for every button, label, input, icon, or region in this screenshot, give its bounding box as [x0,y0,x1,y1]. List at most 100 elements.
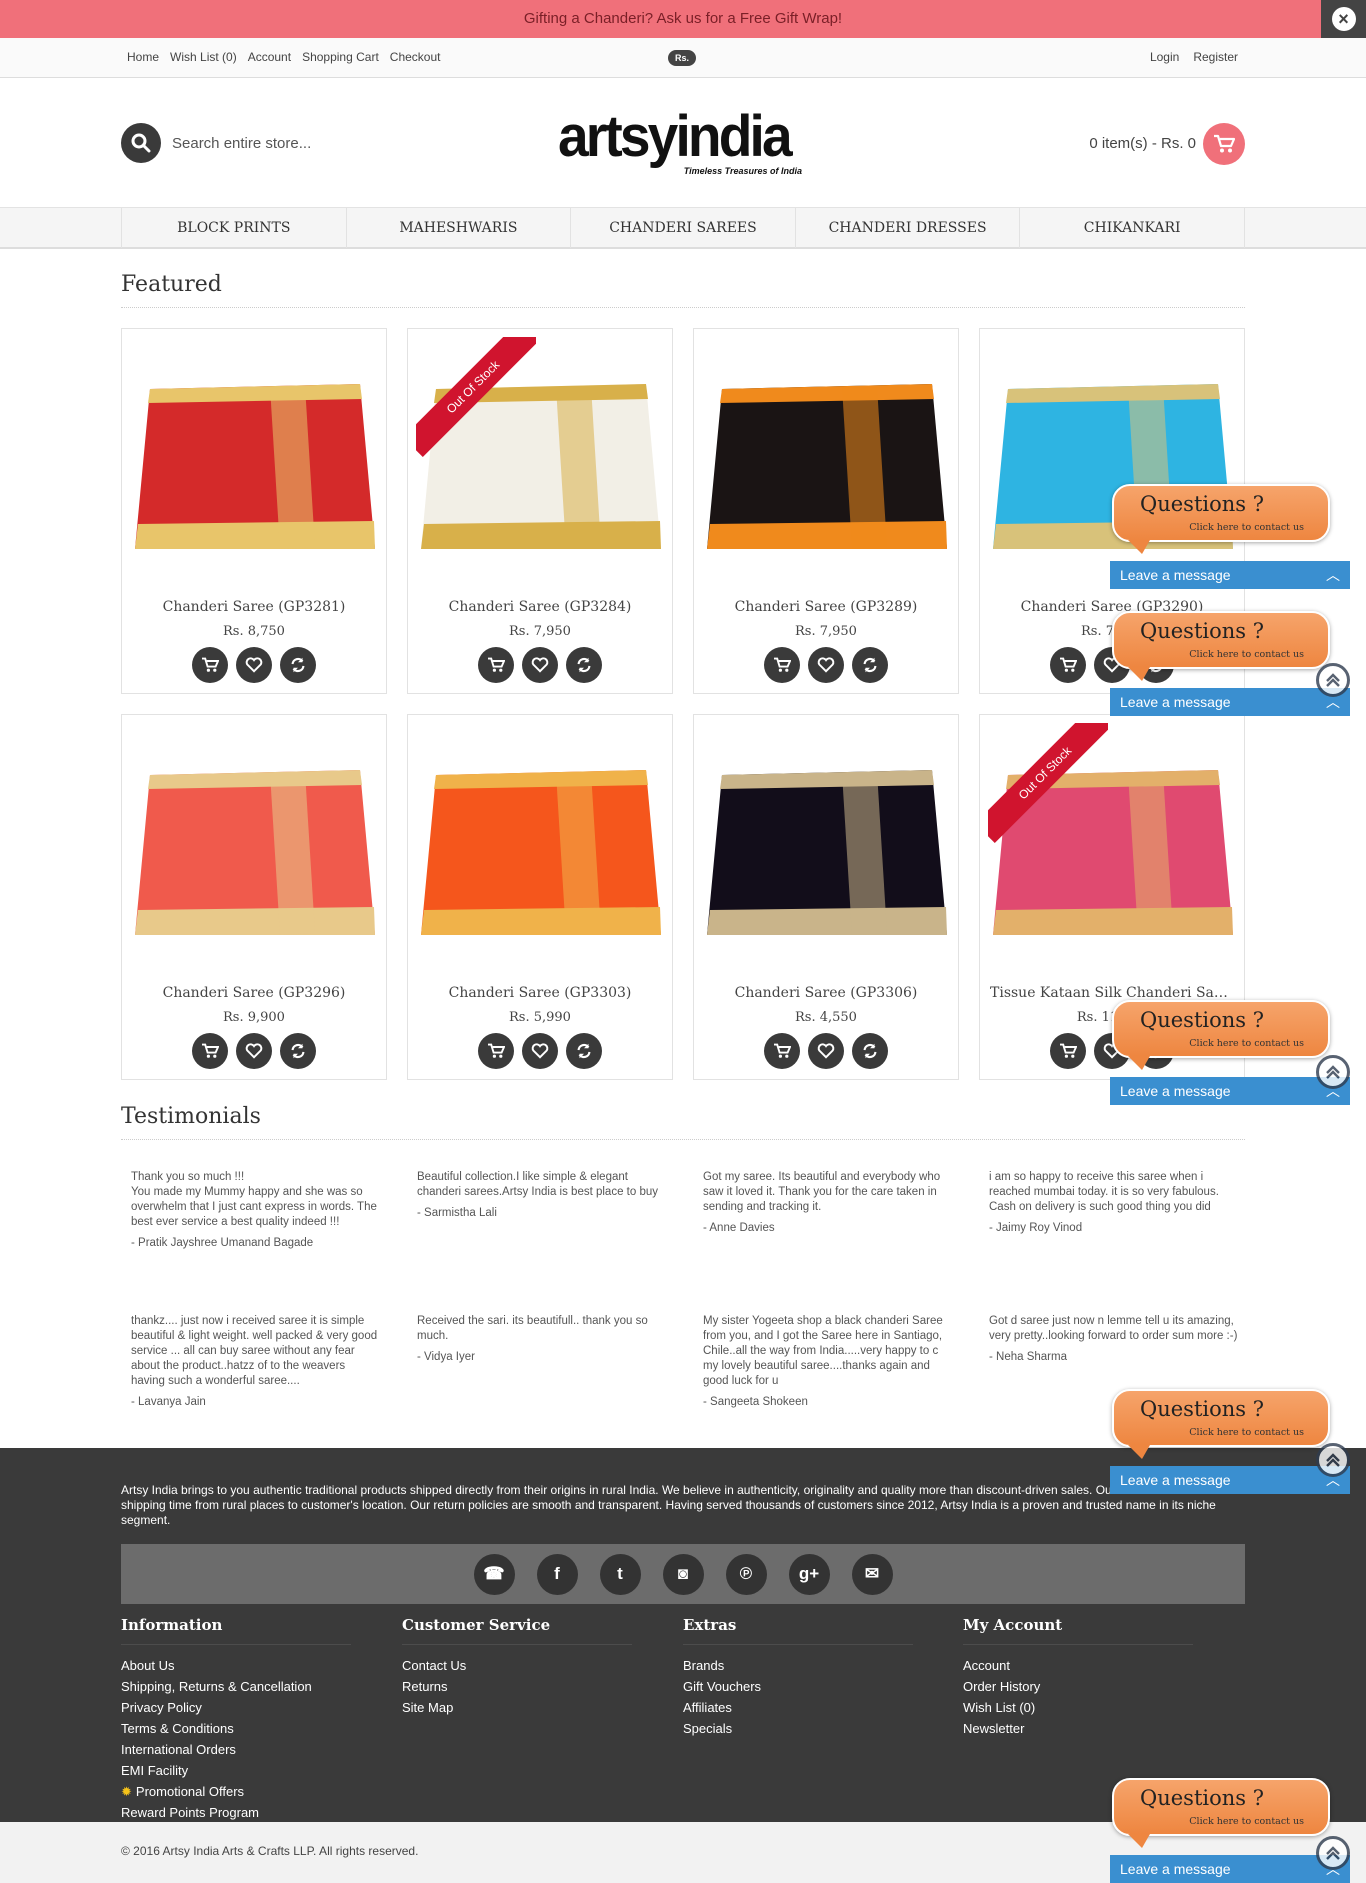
add-to-cart-button[interactable] [1050,1033,1086,1069]
product-name[interactable]: Chanderi Saree (GP3303) [408,985,672,1001]
product-image[interactable] [130,339,378,559]
compare-button[interactable] [852,647,888,683]
chat-questions-bubble[interactable]: Questions ? Click here to contact us [1112,611,1330,681]
google-plus-button[interactable]: g+ [788,1553,830,1595]
cart-summary[interactable]: 0 item(s) - Rs. 0 [1089,135,1196,152]
add-to-wishlist-button[interactable] [522,1033,558,1069]
product-name[interactable]: Chanderi Saree (GP3289) [694,599,958,615]
nav-chikankari[interactable]: CHIKANKARI [1019,208,1245,248]
chat-questions-bubble[interactable]: Questions ? Click here to contact us [1112,1389,1330,1459]
shopping-cart-link[interactable]: Shopping Cart [302,50,379,64]
compare-button[interactable] [280,647,316,683]
footer-link[interactable]: EMI Facility [121,1760,381,1781]
nav-chanderi-dresses[interactable]: CHANDERI DRESSES [794,208,1020,248]
footer-link[interactable]: ✹ Promotional Offers [121,1781,381,1802]
footer-link[interactable]: Shipping, Returns & Cancellation [121,1676,381,1697]
product-image[interactable] [702,725,950,945]
login-link[interactable]: Login [1150,50,1179,64]
promo-close-button[interactable]: × [1321,0,1366,38]
product-card[interactable]: Out Of Stock Chanderi Saree (GP3284) Rs. 7… [407,328,673,694]
chevron-up-icon [1325,673,1341,687]
scroll-to-top-button[interactable] [1316,1443,1350,1477]
product-name[interactable]: Chanderi Saree (GP3296) [122,985,386,1001]
footer-link[interactable]: Brands [683,1655,943,1676]
footer-link[interactable]: Terms & Conditions [121,1718,381,1739]
site-logo[interactable]: artsyindia Timeless Treasures of India [558,108,808,182]
footer-link[interactable]: Wish List (0) [963,1697,1223,1718]
footer-link[interactable]: Reward Points Program [121,1802,381,1823]
product-card[interactable]: Chanderi Saree (GP3281) Rs. 8,750 [121,328,387,694]
product-name[interactable]: Chanderi Saree (GP3281) [122,599,386,615]
add-to-cart-button[interactable] [478,647,514,683]
add-to-wishlist-button[interactable] [808,1033,844,1069]
footer-link[interactable]: Contact Us [402,1655,662,1676]
add-to-wishlist-button[interactable] [808,647,844,683]
product-actions [694,647,958,683]
chat-questions-bubble[interactable]: Questions ? Click here to contact us [1112,484,1330,554]
home-link[interactable]: Home [127,50,159,64]
pinterest-button[interactable]: ℗ [725,1553,767,1595]
add-to-cart-button[interactable] [1050,647,1086,683]
wishlist-link[interactable]: Wish List (0) [170,50,237,64]
product-card[interactable]: Chanderi Saree (GP3306) Rs. 4,550 [693,714,959,1080]
scroll-to-top-button[interactable] [1316,1055,1350,1089]
add-to-wishlist-button[interactable] [236,647,272,683]
footer-link[interactable]: Newsletter [963,1718,1223,1739]
leave-message-bar[interactable]: Leave a message︿ [1110,1466,1350,1494]
facebook-button[interactable]: f [536,1553,578,1595]
add-to-wishlist-button[interactable] [236,1033,272,1069]
footer-link[interactable]: Affiliates [683,1697,943,1718]
compare-button[interactable] [852,1033,888,1069]
product-image[interactable] [416,725,664,945]
compare-button[interactable] [566,647,602,683]
currency-selector[interactable]: Rs. [668,50,696,66]
footer-link[interactable]: Gift Vouchers [683,1676,943,1697]
add-to-cart-button[interactable] [478,1033,514,1069]
add-to-cart-button[interactable] [192,647,228,683]
product-image[interactable] [702,339,950,559]
footer-link[interactable]: International Orders [121,1739,381,1760]
chat-questions-bubble[interactable]: Questions ? Click here to contact us [1112,1000,1330,1070]
leave-message-bar[interactable]: Leave a message︿ [1110,1855,1350,1883]
product-name[interactable]: Chanderi Saree (GP3306) [694,985,958,1001]
phone-button[interactable]: ☎ [473,1553,515,1595]
nav-maheshwaris[interactable]: MAHESHWARIS [345,208,571,248]
leave-message-bar[interactable]: Leave a message︿ [1110,1077,1350,1105]
tumblr-button[interactable]: t [599,1553,641,1595]
add-to-cart-button[interactable] [192,1033,228,1069]
footer-link[interactable]: Returns [402,1676,662,1697]
product-card[interactable]: Chanderi Saree (GP3303) Rs. 5,990 [407,714,673,1080]
add-to-wishlist-button[interactable] [522,647,558,683]
scroll-to-top-button[interactable] [1316,663,1350,697]
product-name[interactable]: Tissue Kataan Silk Chanderi Saree... [980,985,1244,1001]
instagram-button[interactable]: ◙ [662,1553,704,1595]
register-link[interactable]: Register [1193,50,1238,64]
nav-chanderi-sarees[interactable]: CHANDERI SAREES [570,208,795,248]
compare-icon [289,1042,307,1060]
account-link[interactable]: Account [248,50,291,64]
footer-link[interactable]: Account [963,1655,1223,1676]
search-input[interactable]: Search entire store... [172,135,311,152]
search-button[interactable] [121,123,161,163]
footer-link[interactable]: Privacy Policy [121,1697,381,1718]
product-card[interactable]: Chanderi Saree (GP3289) Rs. 7,950 [693,328,959,694]
add-to-cart-button[interactable] [764,1033,800,1069]
footer-link[interactable]: About Us [121,1655,381,1676]
add-to-cart-button[interactable] [764,647,800,683]
product-card[interactable]: Chanderi Saree (GP3296) Rs. 9,900 [121,714,387,1080]
leave-message-bar[interactable]: Leave a message︿ [1110,688,1350,716]
footer-link[interactable]: Specials [683,1718,943,1739]
footer-link[interactable]: Order History [963,1676,1223,1697]
scroll-to-top-button[interactable] [1316,1836,1350,1870]
product-name[interactable]: Chanderi Saree (GP3284) [408,599,672,615]
leave-message-bar[interactable]: Leave a message︿ [1110,561,1350,589]
chat-questions-bubble[interactable]: Questions ? Click here to contact us [1112,1778,1330,1848]
footer-link[interactable]: Site Map [402,1697,662,1718]
compare-button[interactable] [566,1033,602,1069]
email-button[interactable]: ✉ [851,1553,893,1595]
cart-button[interactable] [1203,123,1245,165]
nav-block-prints[interactable]: BLOCK PRINTS [121,208,346,248]
checkout-link[interactable]: Checkout [390,50,441,64]
compare-button[interactable] [280,1033,316,1069]
product-image[interactable] [130,725,378,945]
